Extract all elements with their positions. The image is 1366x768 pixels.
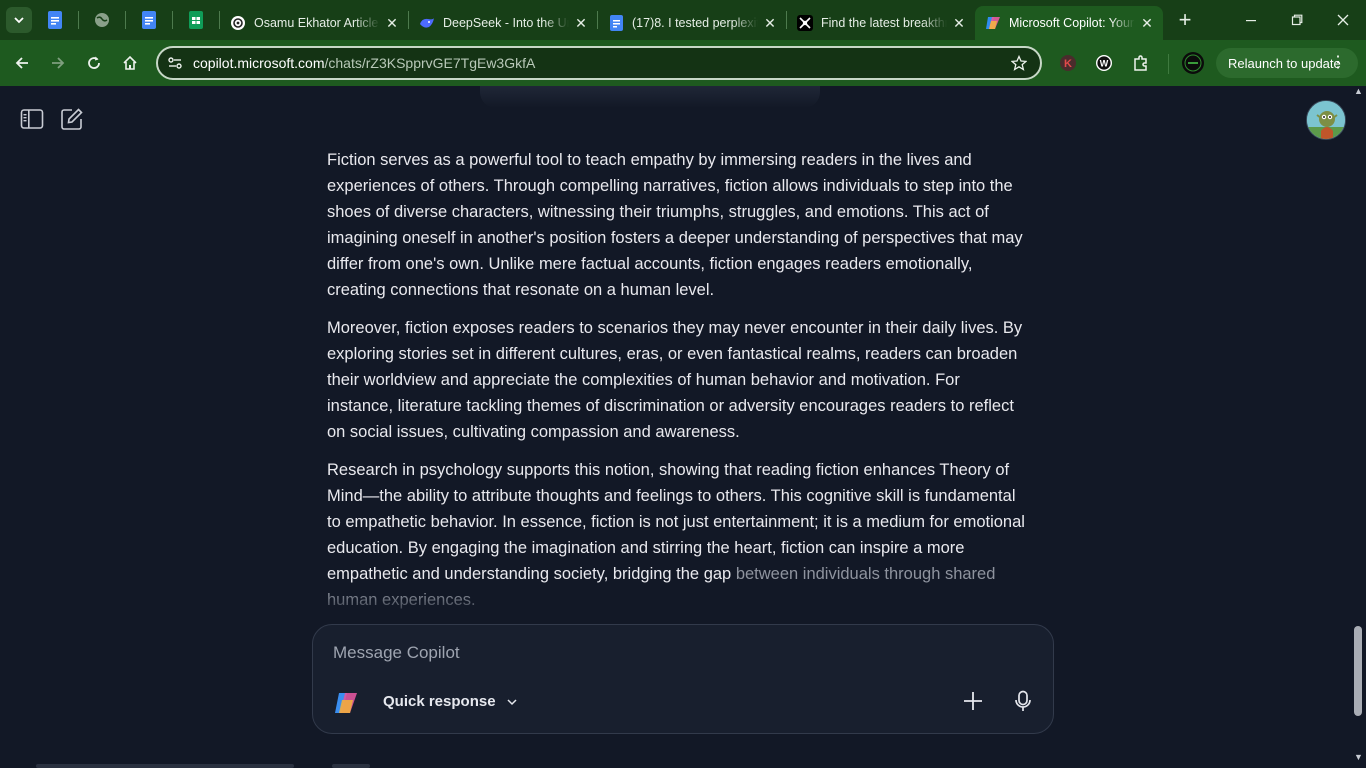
arrow-left-icon — [15, 57, 28, 69]
extension-w-button[interactable]: W — [1091, 50, 1117, 76]
new-chat-button[interactable] — [60, 107, 84, 131]
copilot-icon — [985, 15, 1001, 31]
globe-icon — [95, 13, 109, 27]
url-path: /chats/rZ3KSpprvGE7TgEw3GkfA — [324, 55, 536, 71]
close-icon[interactable]: ✕ — [762, 15, 778, 31]
w-extension-icon: W — [1096, 55, 1112, 71]
chevron-down-icon — [507, 698, 517, 705]
site-info-button[interactable] — [161, 49, 189, 77]
docs-icon — [48, 11, 62, 29]
tab-osamu-article[interactable]: Osamu Ekhator Article ✕ — [220, 6, 408, 40]
response-mode-label: Quick response — [383, 693, 496, 710]
svg-text:K: K — [1064, 58, 1072, 70]
tab-latest-breakthroughs[interactable]: Find the latest breakthroughs ✕ — [787, 6, 975, 40]
puzzle-icon — [1134, 55, 1147, 71]
pinned-tab-docs-1[interactable] — [32, 0, 78, 40]
sidebar-icon — [20, 109, 44, 129]
url-text[interactable]: copilot.microsoft.com/chats/rZ3KSpprvGE7… — [193, 55, 535, 71]
response-mode-dropdown[interactable]: Quick response — [383, 693, 518, 710]
bottom-divider — [332, 764, 370, 768]
bookmark-star-button[interactable] — [1010, 54, 1028, 72]
profile-button[interactable] — [1180, 50, 1206, 76]
sidebar-toggle-button[interactable] — [20, 108, 44, 130]
forward-button[interactable] — [40, 45, 76, 81]
more-vertical-icon[interactable]: ⋮ — [1330, 54, 1346, 72]
top-scroll-fade — [480, 86, 820, 108]
restore-button[interactable] — [1274, 0, 1320, 40]
chevron-down-icon — [14, 17, 24, 24]
arrow-right-icon — [52, 57, 65, 69]
reload-button[interactable] — [76, 45, 112, 81]
close-icon[interactable]: ✕ — [951, 15, 967, 31]
docs-icon — [608, 15, 624, 31]
minimize-icon — [1246, 20, 1256, 22]
tab-search-button[interactable] — [6, 7, 32, 33]
scrollbar-thumb[interactable] — [1354, 626, 1362, 716]
tab-perplexity-doc[interactable]: (17)8. I tested perplexity ✕ — [598, 6, 786, 40]
home-button[interactable] — [112, 45, 148, 81]
k-extension-icon: K — [1060, 55, 1076, 71]
response-paragraph: Fiction serves as a powerful tool to tea… — [327, 151, 1023, 299]
close-icon[interactable]: ✕ — [573, 15, 589, 31]
close-icon[interactable]: ✕ — [384, 15, 400, 31]
deepseek-icon — [419, 15, 435, 31]
close-window-button[interactable] — [1320, 0, 1366, 40]
docs-icon — [142, 11, 156, 29]
avatar-image-icon — [1307, 101, 1345, 139]
scroll-down-arrow-icon[interactable]: ▼ — [1354, 752, 1363, 762]
home-icon — [123, 55, 137, 70]
scroll-up-arrow-icon[interactable]: ▲ — [1354, 86, 1363, 96]
restore-icon — [1291, 14, 1303, 26]
user-avatar[interactable] — [1306, 100, 1346, 140]
copilot-page: Fiction serves as a powerful tool to tea… — [0, 86, 1366, 768]
tab-title: Osamu Ekhator Article — [254, 16, 379, 30]
tab-title: (17)8. I tested perplexity — [632, 16, 758, 30]
tab-copilot-active[interactable]: Microsoft Copilot: Your AI companion ✕ — [975, 6, 1163, 40]
relaunch-label: Relaunch to update — [1228, 55, 1341, 71]
page-scrollbar[interactable]: ▲ ▼ — [1350, 86, 1366, 768]
extensions-button[interactable] — [1128, 50, 1154, 76]
bottom-divider — [36, 764, 294, 768]
openai-icon — [230, 15, 246, 31]
extension-k-button[interactable]: K — [1055, 50, 1081, 76]
compose-icon — [61, 108, 83, 130]
toolbar-divider — [1168, 54, 1169, 74]
url-host: copilot.microsoft.com — [193, 55, 325, 71]
sheets-icon — [189, 11, 203, 29]
plus-icon — [964, 692, 982, 710]
reload-icon — [88, 56, 100, 69]
address-bar[interactable]: copilot.microsoft.com/chats/rZ3KSpprvGE7… — [156, 46, 1042, 80]
back-button[interactable] — [4, 45, 40, 81]
star-icon — [1011, 55, 1027, 71]
browser-toolbar: copilot.microsoft.com/chats/rZ3KSpprvGE7… — [0, 40, 1366, 86]
plus-icon: + — [1178, 7, 1192, 32]
tab-deepseek[interactable]: DeepSeek - Into the Unknown ✕ — [409, 6, 597, 40]
microphone-icon — [1015, 690, 1031, 711]
pinned-tab-sheets[interactable] — [173, 0, 219, 40]
bottom-scroll-fade — [300, 591, 1060, 621]
relaunch-to-update-button[interactable]: Relaunch to update ⋮ — [1216, 48, 1358, 78]
tab-title: Microsoft Copilot: Your AI companion — [1009, 16, 1135, 30]
tab-title: DeepSeek - Into the Unknown — [443, 16, 569, 30]
grok-icon — [797, 15, 813, 31]
message-composer: Message Copilot Quick response — [312, 624, 1054, 734]
copilot-logo-icon — [333, 690, 359, 716]
response-paragraph: Research in psychology supports this not… — [327, 457, 1027, 613]
pinned-tab-globe[interactable] — [79, 0, 125, 40]
svg-text:W: W — [1100, 59, 1109, 69]
close-icon — [1337, 14, 1349, 26]
response-paragraph: Moreover, fiction exposes readers to sce… — [327, 319, 1023, 441]
assistant-response: Fiction serves as a powerful tool to tea… — [327, 147, 1027, 625]
profile-avatar-icon — [1182, 52, 1204, 74]
pinned-tab-docs-2[interactable] — [126, 0, 172, 40]
minimize-button[interactable] — [1228, 0, 1274, 40]
close-icon[interactable]: ✕ — [1139, 15, 1155, 31]
tab-title: Find the latest breakthroughs — [821, 16, 947, 30]
message-input[interactable]: Message Copilot — [333, 643, 460, 663]
site-settings-icon — [168, 57, 182, 69]
tab-strip: Osamu Ekhator Article ✕ DeepSeek - Into … — [0, 0, 1366, 40]
new-tab-button[interactable]: + — [1167, 0, 1203, 40]
add-attachment-button[interactable] — [961, 689, 985, 713]
voice-input-button[interactable] — [1011, 689, 1035, 713]
